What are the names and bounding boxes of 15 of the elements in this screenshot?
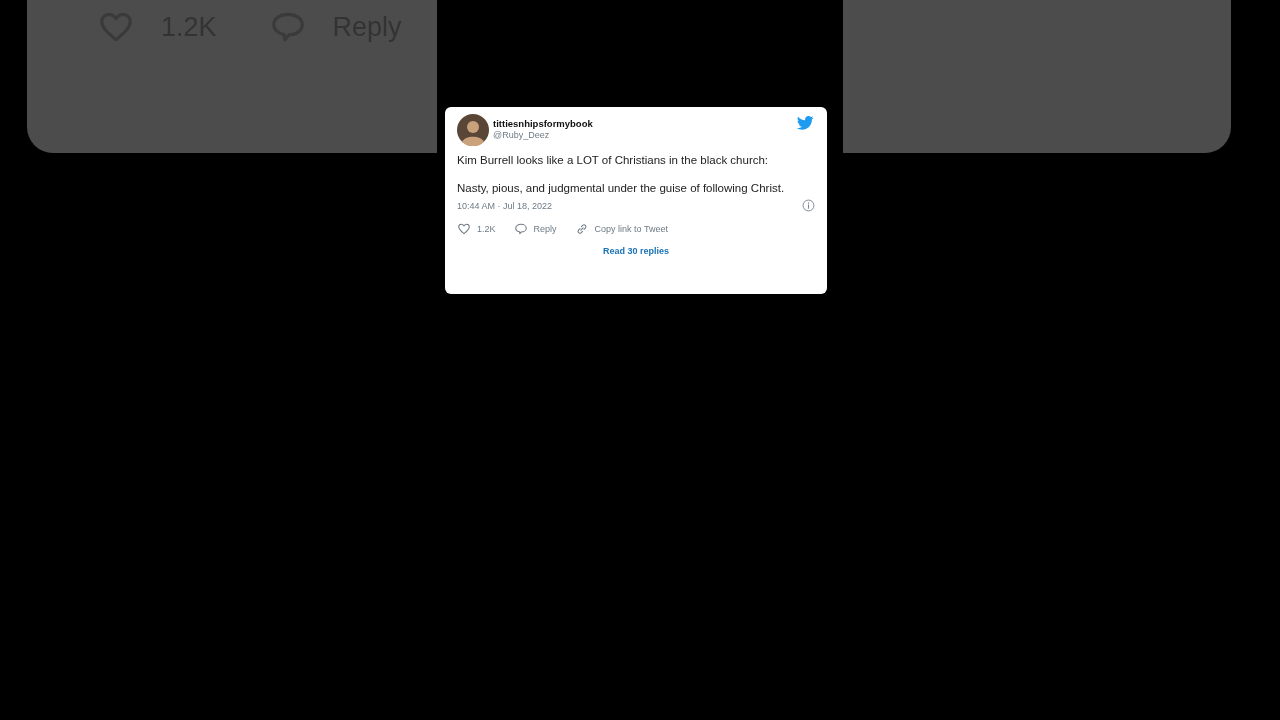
heart-icon xyxy=(457,222,471,236)
display-name[interactable]: tittiesnhipsformybook xyxy=(493,117,793,129)
read-replies-link[interactable]: Read 30 replies xyxy=(602,246,669,256)
reply-link[interactable]: Reply xyxy=(533,224,557,234)
tweet-text: Kim Burrell looks like a LOT of Christians in the black church: xyxy=(457,153,770,167)
copy-link[interactable]: Copy link to Tweet xyxy=(594,224,668,234)
speech-bubble-icon xyxy=(513,222,528,236)
info-icon xyxy=(802,199,815,212)
bird-icon xyxy=(797,116,814,130)
tweet-text: Nasty, pious, and judgmental under the guise of following Christ. xyxy=(457,181,786,195)
link-icon xyxy=(574,222,589,236)
timestamp[interactable]: 10:44 AM · Jul 18, 2022 xyxy=(457,200,553,211)
avatar xyxy=(457,114,489,146)
handle[interactable]: @Ruby_Deez xyxy=(493,129,793,140)
like-count[interactable]: 1.2K xyxy=(477,224,496,234)
